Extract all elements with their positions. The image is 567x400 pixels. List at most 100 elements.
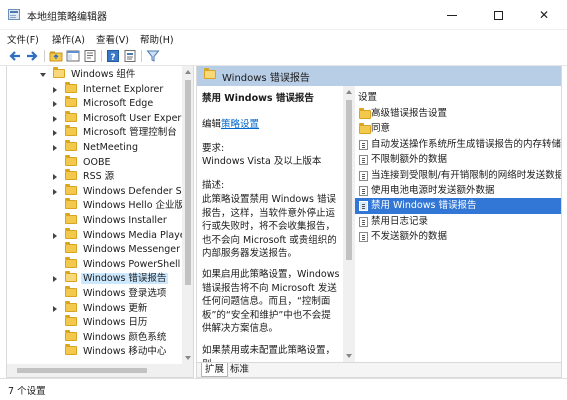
chevron-down-icon[interactable] <box>40 73 46 77</box>
tree-item-label: Windows 颜色系统 <box>83 331 167 343</box>
folder-icon <box>65 300 77 312</box>
setting-row[interactable]: 使用电池电源时发送额外数据 <box>355 183 561 198</box>
requirement-label: 要求: <box>202 143 225 154</box>
scroll-up-icon[interactable] <box>185 70 191 74</box>
export-list-icon[interactable] <box>83 49 97 63</box>
close-button[interactable]: ✕ <box>521 0 567 30</box>
edit-policy-link[interactable]: 策略设置 <box>221 119 259 130</box>
folder-icon <box>65 125 77 137</box>
tree-item-selected[interactable]: Windows 错误报告 <box>53 271 169 287</box>
folder-icon <box>65 154 77 166</box>
chevron-right-icon[interactable] <box>53 115 57 122</box>
show-hide-tree-icon[interactable] <box>66 49 80 63</box>
tree-horizontal-scrollbar[interactable] <box>7 364 193 377</box>
tree-vertical-scrollbar[interactable] <box>182 66 193 364</box>
folder-open-icon <box>204 68 216 79</box>
setting-row-selected[interactable]: 禁用 Windows 错误报告 <box>355 198 561 214</box>
chevron-right-icon[interactable] <box>53 188 57 195</box>
properties-icon[interactable] <box>123 49 137 63</box>
tree-item-label: Windows 组件 <box>71 69 136 80</box>
tree-item[interactable]: Microsoft Edge <box>53 96 155 112</box>
tree-item-label: OOBE <box>83 156 111 168</box>
tree-item[interactable]: Windows Media Player <box>53 227 192 244</box>
tree-item-label: Windows 错误报告 <box>81 273 169 285</box>
tree-item[interactable]: Windows PowerShell <box>53 256 182 273</box>
menu-action[interactable]: 操作(A) <box>52 32 85 46</box>
menu-view[interactable]: 查看(V) <box>96 32 129 46</box>
up-folder-icon[interactable] <box>49 49 63 63</box>
chevron-right-icon[interactable] <box>53 305 57 312</box>
scroll-down-icon[interactable] <box>185 356 191 360</box>
minimize-button[interactable] <box>429 0 475 30</box>
description-scrollbar[interactable] <box>343 86 355 362</box>
folder-icon <box>65 315 77 327</box>
tree-item[interactable]: Windows Messenger <box>53 242 182 258</box>
chevron-right-icon[interactable] <box>53 145 57 151</box>
setting-row[interactable]: 不限制额外的数据 <box>355 152 561 167</box>
chevron-right-icon[interactable] <box>53 130 57 137</box>
status-count: 7 个设置 <box>8 386 46 397</box>
edit-prefix: 编辑 <box>202 119 222 130</box>
close-icon: ✕ <box>538 8 550 22</box>
tree-item[interactable]: Windows Defender Sm <box>53 183 193 200</box>
minimize-icon <box>447 15 457 16</box>
tree-item[interactable]: Windows 颜色系统 <box>53 329 168 346</box>
folder-icon <box>65 140 77 151</box>
tree-item[interactable]: OOBE <box>53 154 112 171</box>
setting-row[interactable]: 当连接到受限制/有开销限制的网络时发送数据 <box>355 168 561 183</box>
tree-item[interactable]: Windows 日历 <box>53 315 149 331</box>
setting-row[interactable]: 自动发送操作系统所生成错误报告的内存转储 <box>355 137 561 152</box>
scroll-up-icon[interactable] <box>346 90 352 94</box>
chevron-right-icon[interactable] <box>53 232 57 239</box>
tree-item[interactable]: Windows 更新 <box>53 300 149 317</box>
menu-help[interactable]: 帮助(H) <box>140 32 174 46</box>
scroll-down-icon[interactable] <box>346 354 352 358</box>
setting-label: 禁用日志记录 <box>371 215 429 227</box>
details-pane: Windows 错误报告 禁用 Windows 错误报告 编辑策略设置 要求: … <box>196 66 562 378</box>
settings-column-header[interactable]: 设置 <box>358 89 377 103</box>
tree-item-label: NetMeeting <box>83 142 138 153</box>
tab-standard[interactable]: 标准 <box>227 363 252 377</box>
forward-arrow-icon[interactable] <box>25 49 39 63</box>
tree-item[interactable]: RSS 源 <box>53 169 116 185</box>
folder-icon <box>65 169 77 181</box>
tree-item-label: Windows Hello 企业版 <box>83 200 185 212</box>
back-arrow-icon[interactable] <box>8 49 22 63</box>
folder-open-icon <box>65 271 77 283</box>
settings-folder-row[interactable]: 同意 <box>355 121 561 136</box>
tree-item[interactable]: Windows 移动中心 <box>53 344 168 360</box>
scrollbar-thumb[interactable] <box>346 100 352 260</box>
filter-icon[interactable] <box>146 49 160 63</box>
maximize-icon <box>493 11 503 20</box>
setting-label: 不限制额外的数据 <box>371 154 448 166</box>
setting-label: 不发送额外的数据 <box>371 231 448 243</box>
enabled-text: 如果启用此策略设置，Windows 错误报告将不向 Microsoft 发送任何… <box>202 269 340 335</box>
help-icon[interactable]: ? <box>106 49 120 63</box>
folder-icon <box>65 81 77 93</box>
setting-row[interactable]: 不发送额外的数据 <box>355 229 561 244</box>
tree-item-windows-components[interactable]: Windows 组件 <box>40 67 137 83</box>
chevron-right-icon[interactable] <box>53 174 57 181</box>
requirement-value: Windows Vista 及以上版本 <box>202 156 322 167</box>
tree-item[interactable]: NetMeeting <box>53 140 140 156</box>
policy-icon <box>359 232 368 247</box>
folder-icon <box>65 256 77 268</box>
tree-item[interactable]: Internet Explorer <box>53 81 165 98</box>
maximize-button[interactable] <box>475 0 521 30</box>
folder-icon <box>65 213 77 224</box>
tree-item[interactable]: Microsoft User Experie <box>53 110 192 127</box>
setting-row[interactable]: 禁用日志记录 <box>355 214 561 229</box>
tree-item[interactable]: Microsoft 管理控制台 <box>53 125 179 141</box>
tree-item[interactable]: Windows Installer <box>53 213 169 229</box>
tree-item[interactable]: Windows Hello 企业版 <box>53 198 186 214</box>
scrollbar-thumb[interactable] <box>17 368 147 373</box>
scrollbar-thumb[interactable] <box>185 80 191 285</box>
tab-extended[interactable]: 扩展 <box>201 363 229 377</box>
settings-list: 设置 高级错误报告设置 同意 自动发送操作系统所生成错误报告的内存转储 不限制额… <box>355 86 561 362</box>
settings-folder-row[interactable]: 高级错误报告设置 <box>355 106 561 121</box>
chevron-right-icon[interactable] <box>53 86 57 93</box>
chevron-right-icon[interactable] <box>53 276 57 283</box>
chevron-right-icon[interactable] <box>53 101 57 108</box>
tree-item[interactable]: Windows 登录选项 <box>53 286 168 302</box>
menu-file[interactable]: 文件(F) <box>7 32 39 46</box>
